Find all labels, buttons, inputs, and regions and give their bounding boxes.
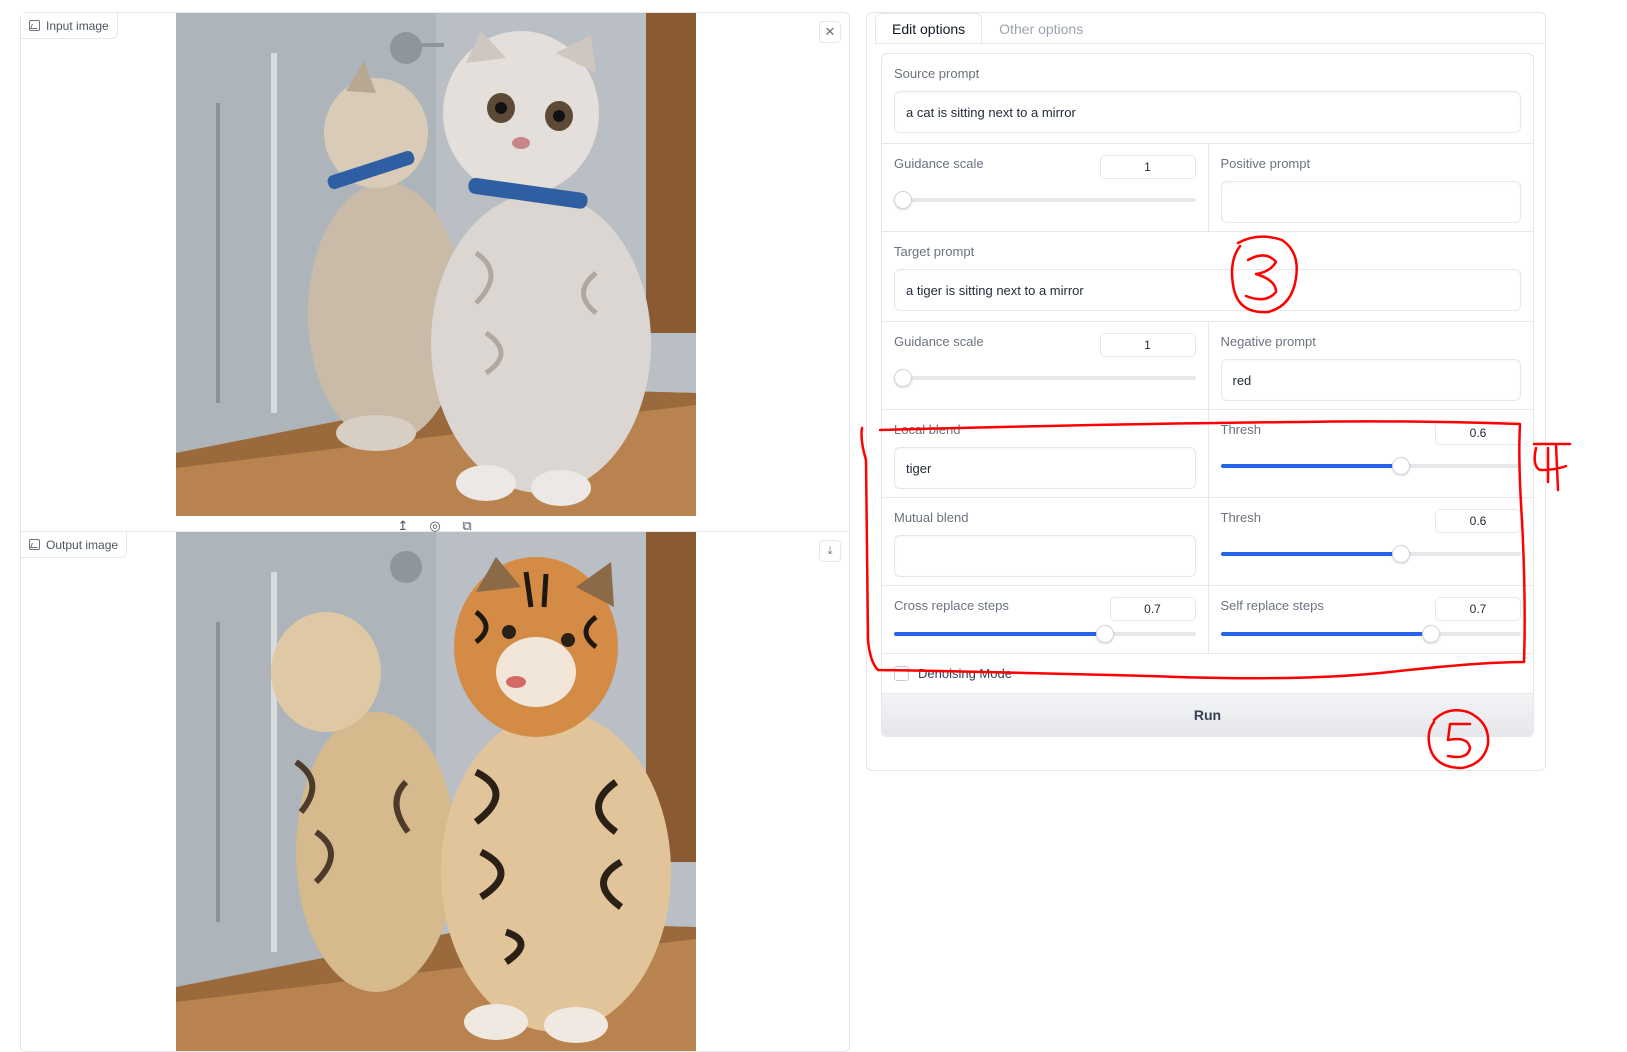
slider-handle[interactable] xyxy=(1391,457,1410,475)
source-guidance-row: Guidance scale 1 Positive prompt xyxy=(882,144,1533,232)
denoising-mode-checkbox[interactable] xyxy=(894,666,909,681)
target-prompt-row: Target prompt a tiger is sitting next to… xyxy=(882,232,1533,322)
mutual-thresh-number[interactable]: 0.6 xyxy=(1435,509,1521,533)
negative-prompt-label: Negative prompt xyxy=(1220,334,1316,349)
denoising-mode-label: Denoising Mode xyxy=(918,666,1012,681)
tab-bar: Edit options Other options xyxy=(875,13,1100,44)
slider-handle[interactable] xyxy=(1096,625,1115,643)
source-guidance-number[interactable]: 1 xyxy=(1099,155,1196,179)
local-blend-label: Local blend xyxy=(894,422,961,437)
input-image-panel[interactable]: Input image ✕ ↥ ◎ ⧉ xyxy=(20,12,850,533)
cross-replace-block: Cross replace steps 0.7 xyxy=(882,586,1208,653)
target-prompt-block: Target prompt a tiger is sitting next to… xyxy=(882,232,1533,321)
local-thresh-number[interactable]: 0.6 xyxy=(1435,421,1521,445)
close-icon[interactable]: ✕ xyxy=(819,21,841,43)
input-image-label: Input image xyxy=(21,13,118,39)
tab-edit-options[interactable]: Edit options xyxy=(875,13,983,44)
denoising-mode-row[interactable]: Denoising Mode xyxy=(882,654,1533,694)
options-panel: Edit options Other options Source prompt… xyxy=(866,12,1546,771)
slider-handle[interactable] xyxy=(1391,545,1410,563)
source-prompt-label: Source prompt xyxy=(894,66,980,81)
cross-replace-number[interactable]: 0.7 xyxy=(1109,597,1196,621)
slider-handle[interactable] xyxy=(894,191,912,209)
replace-steps-row: Cross replace steps 0.7 Self replace ste… xyxy=(882,586,1533,654)
mutual-blend-input[interactable] xyxy=(894,535,1196,577)
negative-prompt-input[interactable]: red xyxy=(1220,359,1521,401)
edit-options-form: Source prompt a cat is sitting next to a… xyxy=(881,53,1534,737)
mutual-blend-row: Mutual blend Thresh 0.6 xyxy=(882,498,1533,586)
upload-icon[interactable]: ↥ xyxy=(396,519,410,533)
self-replace-number[interactable]: 0.7 xyxy=(1435,597,1521,621)
output-image-panel: Output image ⤓ xyxy=(20,532,850,1052)
mutual-thresh-slider[interactable] xyxy=(1220,543,1521,565)
image-icon xyxy=(29,20,40,31)
target-guidance-block: Guidance scale 1 xyxy=(882,322,1208,409)
mutual-blend-block: Mutual blend xyxy=(882,498,1208,585)
upload-toolbar: ↥ ◎ ⧉ xyxy=(21,519,849,533)
source-guidance-block: Guidance scale 1 xyxy=(882,144,1208,231)
clipboard-icon[interactable]: ⧉ xyxy=(460,519,474,533)
webcam-icon[interactable]: ◎ xyxy=(428,519,442,533)
image-icon xyxy=(29,539,40,550)
negative-prompt-block: Negative prompt red xyxy=(1207,322,1534,409)
mutual-blend-label: Mutual blend xyxy=(894,510,969,525)
source-prompt-input[interactable]: a cat is sitting next to a mirror xyxy=(894,91,1521,133)
target-prompt-label: Target prompt xyxy=(894,244,975,259)
self-replace-block: Self replace steps 0.7 xyxy=(1207,586,1534,653)
local-blend-input[interactable]: tiger xyxy=(894,447,1196,489)
positive-prompt-block: Positive prompt xyxy=(1207,144,1534,231)
tab-other-options[interactable]: Other options xyxy=(982,13,1100,44)
local-blend-block: Local blend tiger xyxy=(882,410,1208,497)
slider-handle[interactable] xyxy=(894,369,912,387)
mutual-thresh-block: Thresh 0.6 xyxy=(1207,498,1534,585)
run-button[interactable]: Run xyxy=(882,694,1533,736)
slider-handle[interactable] xyxy=(1421,625,1440,643)
output-image-label-text: Output image xyxy=(46,537,119,552)
target-guidance-slider[interactable] xyxy=(894,367,1196,389)
output-image-label: Output image xyxy=(21,532,128,558)
local-blend-row: Local blend tiger Thresh 0.6 xyxy=(882,410,1533,498)
target-prompt-input[interactable]: a tiger is sitting next to a mirror xyxy=(894,269,1521,311)
target-guidance-row: Guidance scale 1 Negative prompt red xyxy=(882,322,1533,410)
source-guidance-slider[interactable] xyxy=(894,189,1196,211)
local-thresh-block: Thresh 0.6 xyxy=(1207,410,1534,497)
positive-prompt-label: Positive prompt xyxy=(1220,156,1311,171)
cross-replace-slider[interactable] xyxy=(894,623,1196,645)
positive-prompt-input[interactable] xyxy=(1220,181,1521,223)
input-image-label-text: Input image xyxy=(46,18,109,33)
tab-divider xyxy=(875,43,1545,44)
output-tiger-image xyxy=(176,532,696,1051)
input-cat-image xyxy=(176,13,696,516)
local-thresh-slider[interactable] xyxy=(1220,455,1521,477)
target-guidance-number[interactable]: 1 xyxy=(1099,333,1196,357)
self-replace-slider[interactable] xyxy=(1220,623,1521,645)
input-photo xyxy=(176,13,696,516)
output-photo xyxy=(176,532,696,1051)
download-icon[interactable]: ⤓ xyxy=(819,540,841,562)
source-prompt-block: Source prompt a cat is sitting next to a… xyxy=(882,54,1533,143)
source-prompt-row: Source prompt a cat is sitting next to a… xyxy=(882,54,1533,144)
